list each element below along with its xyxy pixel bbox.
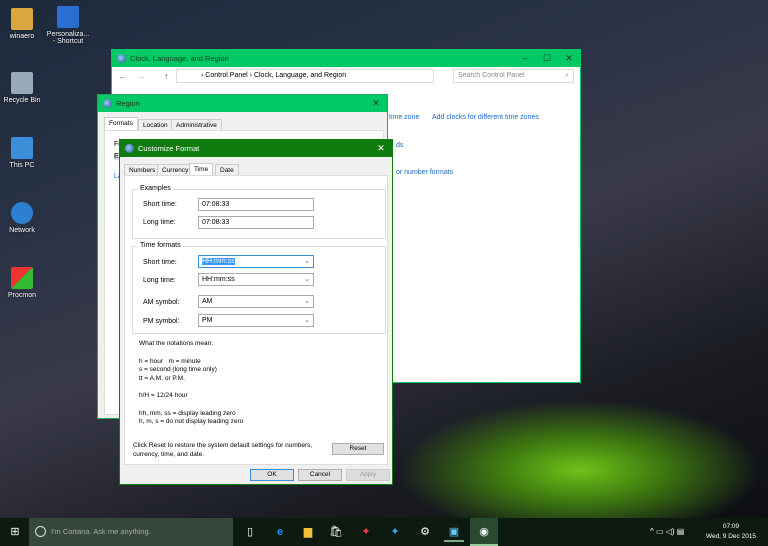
- desktop-icon-procmon[interactable]: Procmon: [0, 267, 44, 299]
- pm-symbol-select[interactable]: PM ⌄: [198, 314, 314, 327]
- region-app-icon[interactable]: ◉: [470, 518, 498, 546]
- link-number-formats[interactable]: or number formats: [396, 169, 453, 176]
- link-time-zone[interactable]: time zone: [389, 114, 419, 121]
- title-bar: Customize Format ✕: [120, 140, 392, 157]
- store-icon[interactable]: 🛍: [326, 522, 346, 542]
- cortana-icon: [35, 526, 46, 537]
- search-icon: ⌕: [565, 72, 569, 79]
- am-symbol-label: AM symbol:: [143, 299, 180, 306]
- short-time-example: 07:08:33: [198, 198, 314, 211]
- window-title: Customize Format: [138, 144, 200, 153]
- app-icon[interactable]: ✦: [385, 522, 405, 542]
- long-time-label: Long time:: [143, 219, 176, 226]
- reset-button[interactable]: Reset: [332, 443, 384, 455]
- chevron-down-icon: ⌄: [304, 298, 310, 305]
- icon-label: Procmon: [7, 292, 36, 299]
- close-button[interactable]: ✕: [365, 95, 387, 112]
- desktop-icon-winaero[interactable]: winaero: [0, 8, 44, 40]
- short-time-format-select[interactable]: HH:mm:ss ⌄: [198, 255, 314, 268]
- app-icon: [103, 99, 112, 108]
- tray-icons[interactable]: ^ ▭ ◁) ▤: [650, 527, 684, 536]
- minimize-button[interactable]: –: [514, 50, 536, 67]
- desktop-icon-recycle-bin[interactable]: Recycle Bin: [0, 72, 44, 104]
- examples-group: Examples Short time: 07:08:33 Long time:…: [132, 185, 386, 239]
- chevron-down-icon: ⌄: [304, 258, 310, 265]
- link-partial[interactable]: ds: [396, 142, 403, 149]
- forward-button[interactable]: →: [136, 71, 145, 81]
- window-title: Clock, Language, and Region: [130, 54, 229, 63]
- app-icon[interactable]: ✦: [356, 522, 376, 542]
- tab-formats[interactable]: Formats: [104, 117, 138, 131]
- short-time-format-label: Short time:: [143, 259, 177, 266]
- settings-icon[interactable]: ⚙: [415, 522, 435, 542]
- notations-text: What the notations mean: h = hour m = mi…: [139, 340, 244, 425]
- address-bar[interactable]: › Control Panel › Clock, Language, and R…: [176, 69, 434, 83]
- procmon-icon: [11, 267, 33, 289]
- control-panel-icon[interactable]: ▣: [444, 522, 464, 542]
- chevron-down-icon: ⌄: [304, 317, 310, 324]
- icon-label: winaero: [9, 33, 35, 40]
- recycle-bin-icon: [11, 72, 33, 94]
- time-formats-group: Time formats Short time: HH:mm:ss ⌄ Long …: [132, 242, 386, 334]
- breadcrumb-clock[interactable]: Clock, Language, and Region: [254, 72, 346, 79]
- time-panel: Examples Short time: 07:08:33 Long time:…: [124, 175, 388, 465]
- edge-icon[interactable]: e: [270, 522, 290, 542]
- ok-button[interactable]: OK: [250, 469, 294, 481]
- network-icon: [11, 202, 33, 224]
- file-explorer-icon[interactable]: ▆: [298, 522, 318, 542]
- apply-button[interactable]: Apply: [346, 469, 390, 481]
- long-time-example: 07:08:33: [198, 216, 314, 229]
- cortana-search[interactable]: I'm Cortana. Ask me anything.: [29, 518, 233, 546]
- short-time-label: Short time:: [143, 201, 177, 208]
- customize-format-dialog: Customize Format ✕ Numbers Currency Time …: [119, 139, 393, 485]
- window-title: Region: [116, 99, 140, 108]
- long-time-format-select[interactable]: HH:mm:ss ⌄: [198, 273, 314, 286]
- am-symbol-select[interactable]: AM ⌄: [198, 295, 314, 308]
- pm-symbol-label: PM symbol:: [143, 318, 180, 325]
- app-icon: [125, 144, 134, 153]
- close-button[interactable]: ✕: [558, 50, 580, 67]
- icon-label: This PC: [9, 162, 35, 169]
- shortcut-icon: [57, 6, 79, 28]
- folder-icon: [11, 8, 33, 30]
- task-view-icon[interactable]: ▯: [240, 522, 260, 542]
- chevron-down-icon: ⌄: [304, 276, 310, 283]
- icon-label: Recycle Bin: [3, 97, 41, 104]
- title-bar: Region ✕: [98, 95, 387, 112]
- maximize-button[interactable]: ☐: [536, 50, 558, 67]
- clock[interactable]: 07:09 Wed, 9 Dec 2015: [700, 522, 762, 542]
- taskbar: ⊞ I'm Cortana. Ask me anything. ▯ e ▆ 🛍 …: [0, 518, 768, 546]
- start-button[interactable]: ⊞: [4, 522, 26, 542]
- breadcrumb-control-panel[interactable]: Control Panel: [205, 72, 247, 79]
- desktop-icon-network[interactable]: Network: [0, 202, 44, 234]
- icon-label: Network: [9, 227, 35, 234]
- reset-description: Click Reset to restore the system defaul…: [133, 442, 313, 458]
- up-button[interactable]: ↑: [164, 71, 169, 81]
- desktop-icon-personalization[interactable]: Personaliza... - Shortcut: [46, 6, 90, 45]
- title-bar: Clock, Language, and Region – ☐ ✕: [112, 50, 580, 67]
- close-button[interactable]: ✕: [370, 140, 392, 157]
- desktop-icon-this-pc[interactable]: This PC: [0, 137, 44, 169]
- cancel-button[interactable]: Cancel: [298, 469, 342, 481]
- app-icon: [117, 54, 126, 63]
- icon-label: Personaliza... - Shortcut: [46, 31, 90, 45]
- long-time-format-label: Long time:: [143, 277, 176, 284]
- computer-icon: [11, 137, 33, 159]
- search-input[interactable]: Search Control Panel ⌕: [453, 69, 574, 83]
- back-button[interactable]: ←: [118, 71, 127, 81]
- link-add-clocks[interactable]: Add clocks for different time zones: [432, 114, 539, 121]
